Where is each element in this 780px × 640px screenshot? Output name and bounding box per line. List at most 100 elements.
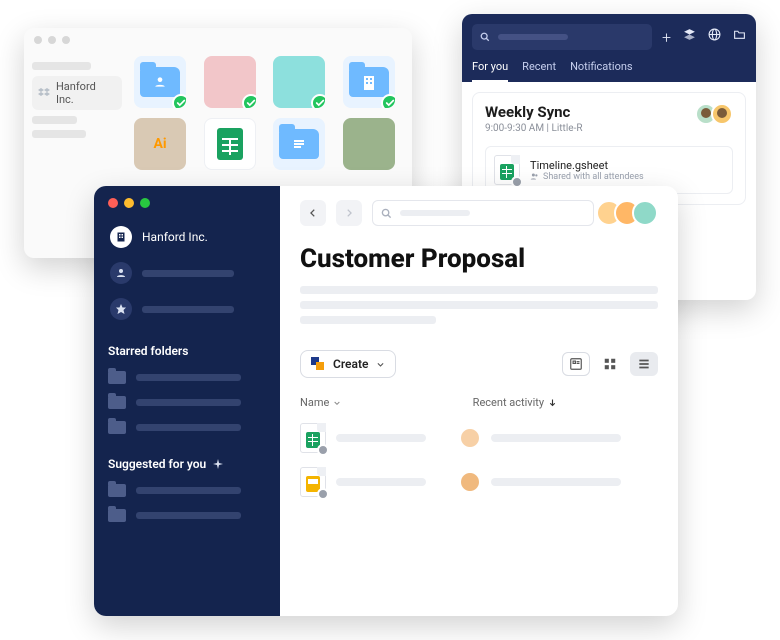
filename-skel — [336, 478, 426, 486]
section-starred-folders: Starred folders — [108, 344, 266, 358]
chevron-down-icon — [376, 360, 385, 369]
window-controls — [108, 198, 266, 208]
create-icon — [311, 357, 325, 371]
nav-item-people[interactable] — [108, 258, 266, 288]
doc-lines-icon — [292, 138, 306, 150]
folder-tile[interactable] — [134, 56, 186, 108]
event-title: Weekly Sync — [485, 103, 583, 121]
ai-icon: Ai — [153, 136, 166, 152]
folder-tile[interactable] — [273, 118, 325, 170]
avatar — [711, 103, 733, 125]
column-recent-activity[interactable]: Recent activity — [473, 396, 557, 409]
gsheet-file-icon — [300, 423, 326, 453]
nav-label-skel — [142, 306, 234, 313]
create-label: Create — [333, 357, 368, 371]
synced-check-icon — [172, 94, 186, 108]
file-name: Timeline.gsheet — [530, 159, 644, 172]
sidebar-folder[interactable] — [108, 481, 266, 500]
sparkle-icon — [212, 458, 224, 470]
column-name[interactable]: Name — [300, 396, 465, 409]
back-button[interactable] — [300, 200, 326, 226]
label-skel — [136, 374, 241, 381]
sidebar-skel — [32, 130, 86, 138]
sync-badge-icon — [317, 488, 329, 500]
folder-icon — [108, 484, 126, 497]
filename-skel — [336, 434, 426, 442]
collaborator-avatars[interactable] — [604, 200, 658, 226]
label-skel — [136, 487, 241, 494]
workspace-selector[interactable]: Hanford Inc. — [108, 222, 266, 252]
view-thumb-button[interactable] — [562, 352, 590, 376]
activity-skel — [491, 478, 621, 486]
folder-tile[interactable] — [343, 56, 395, 108]
sidebar-folder[interactable] — [108, 393, 266, 412]
building-icon — [362, 74, 376, 90]
illustrator-file-tile[interactable]: Ai — [134, 118, 186, 170]
image-tile[interactable] — [343, 118, 395, 170]
topbar — [300, 200, 658, 226]
avatar — [459, 427, 481, 449]
tab-recent[interactable]: Recent — [522, 60, 556, 82]
file-row[interactable] — [300, 467, 658, 497]
add-icon[interactable]: + — [662, 28, 671, 47]
synced-check-icon — [381, 94, 395, 108]
search-input[interactable] — [472, 24, 652, 50]
people-icon — [530, 172, 539, 181]
sidebar-folder[interactable] — [108, 368, 266, 387]
tab-for-you[interactable]: For you — [472, 60, 508, 82]
search-placeholder-skel — [498, 34, 568, 40]
label-skel — [136, 424, 241, 431]
sheets-file-tile[interactable] — [204, 118, 256, 170]
minimize-button[interactable] — [124, 198, 134, 208]
page-title: Customer Proposal — [300, 244, 658, 274]
window-dot — [62, 36, 70, 44]
close-button[interactable] — [108, 198, 118, 208]
stack-icon[interactable] — [683, 28, 696, 47]
nav-item-starred[interactable] — [108, 294, 266, 324]
search-icon — [480, 32, 490, 42]
sidebar-skel — [32, 62, 91, 70]
tab-notifications[interactable]: Notifications — [570, 60, 633, 82]
arrow-down-icon — [548, 398, 557, 407]
main-app-window: Hanford Inc. Starred folders Suggested f… — [94, 186, 678, 616]
titlebar — [24, 28, 412, 52]
folder-icon[interactable] — [733, 28, 746, 47]
account-badge[interactable]: Hanford Inc. — [32, 76, 122, 110]
search-input[interactable] — [372, 200, 594, 226]
image-tile[interactable] — [273, 56, 325, 108]
avatar — [459, 471, 481, 493]
tabs: For you Recent Notifications — [472, 60, 746, 82]
dropbox-icon — [38, 87, 50, 99]
window-dot — [34, 36, 42, 44]
synced-check-icon — [311, 94, 325, 108]
avatar — [632, 200, 658, 226]
chevron-down-icon — [333, 399, 341, 407]
label-skel — [136, 512, 241, 519]
sidebar-folder[interactable] — [108, 506, 266, 525]
file-subtext: Shared with all attendees — [530, 172, 644, 182]
column-headers: Name Recent activity — [300, 396, 658, 409]
panel-header: + For you Recent Notifications — [462, 14, 756, 82]
main-content: Customer Proposal Create — [280, 186, 678, 616]
maximize-button[interactable] — [140, 198, 150, 208]
label-skel — [136, 399, 241, 406]
file-row[interactable] — [300, 423, 658, 453]
gsheet-file-icon — [494, 155, 520, 185]
user-icon — [153, 75, 167, 89]
view-grid-button[interactable] — [596, 352, 624, 376]
forward-button[interactable] — [336, 200, 362, 226]
content-toolbar: Create — [300, 350, 658, 378]
sidebar-folder[interactable] — [108, 418, 266, 437]
globe-icon[interactable] — [708, 28, 721, 47]
section-suggested: Suggested for you — [108, 457, 266, 471]
image-tile[interactable] — [204, 56, 256, 108]
star-icon — [110, 298, 132, 320]
folder-icon — [108, 371, 126, 384]
sync-badge-icon — [317, 444, 329, 456]
sheets-icon — [217, 128, 243, 160]
view-list-button[interactable] — [630, 352, 658, 376]
attendee-avatars — [701, 103, 733, 125]
person-icon — [110, 262, 132, 284]
search-placeholder-skel — [400, 210, 470, 216]
create-button[interactable]: Create — [300, 350, 396, 378]
